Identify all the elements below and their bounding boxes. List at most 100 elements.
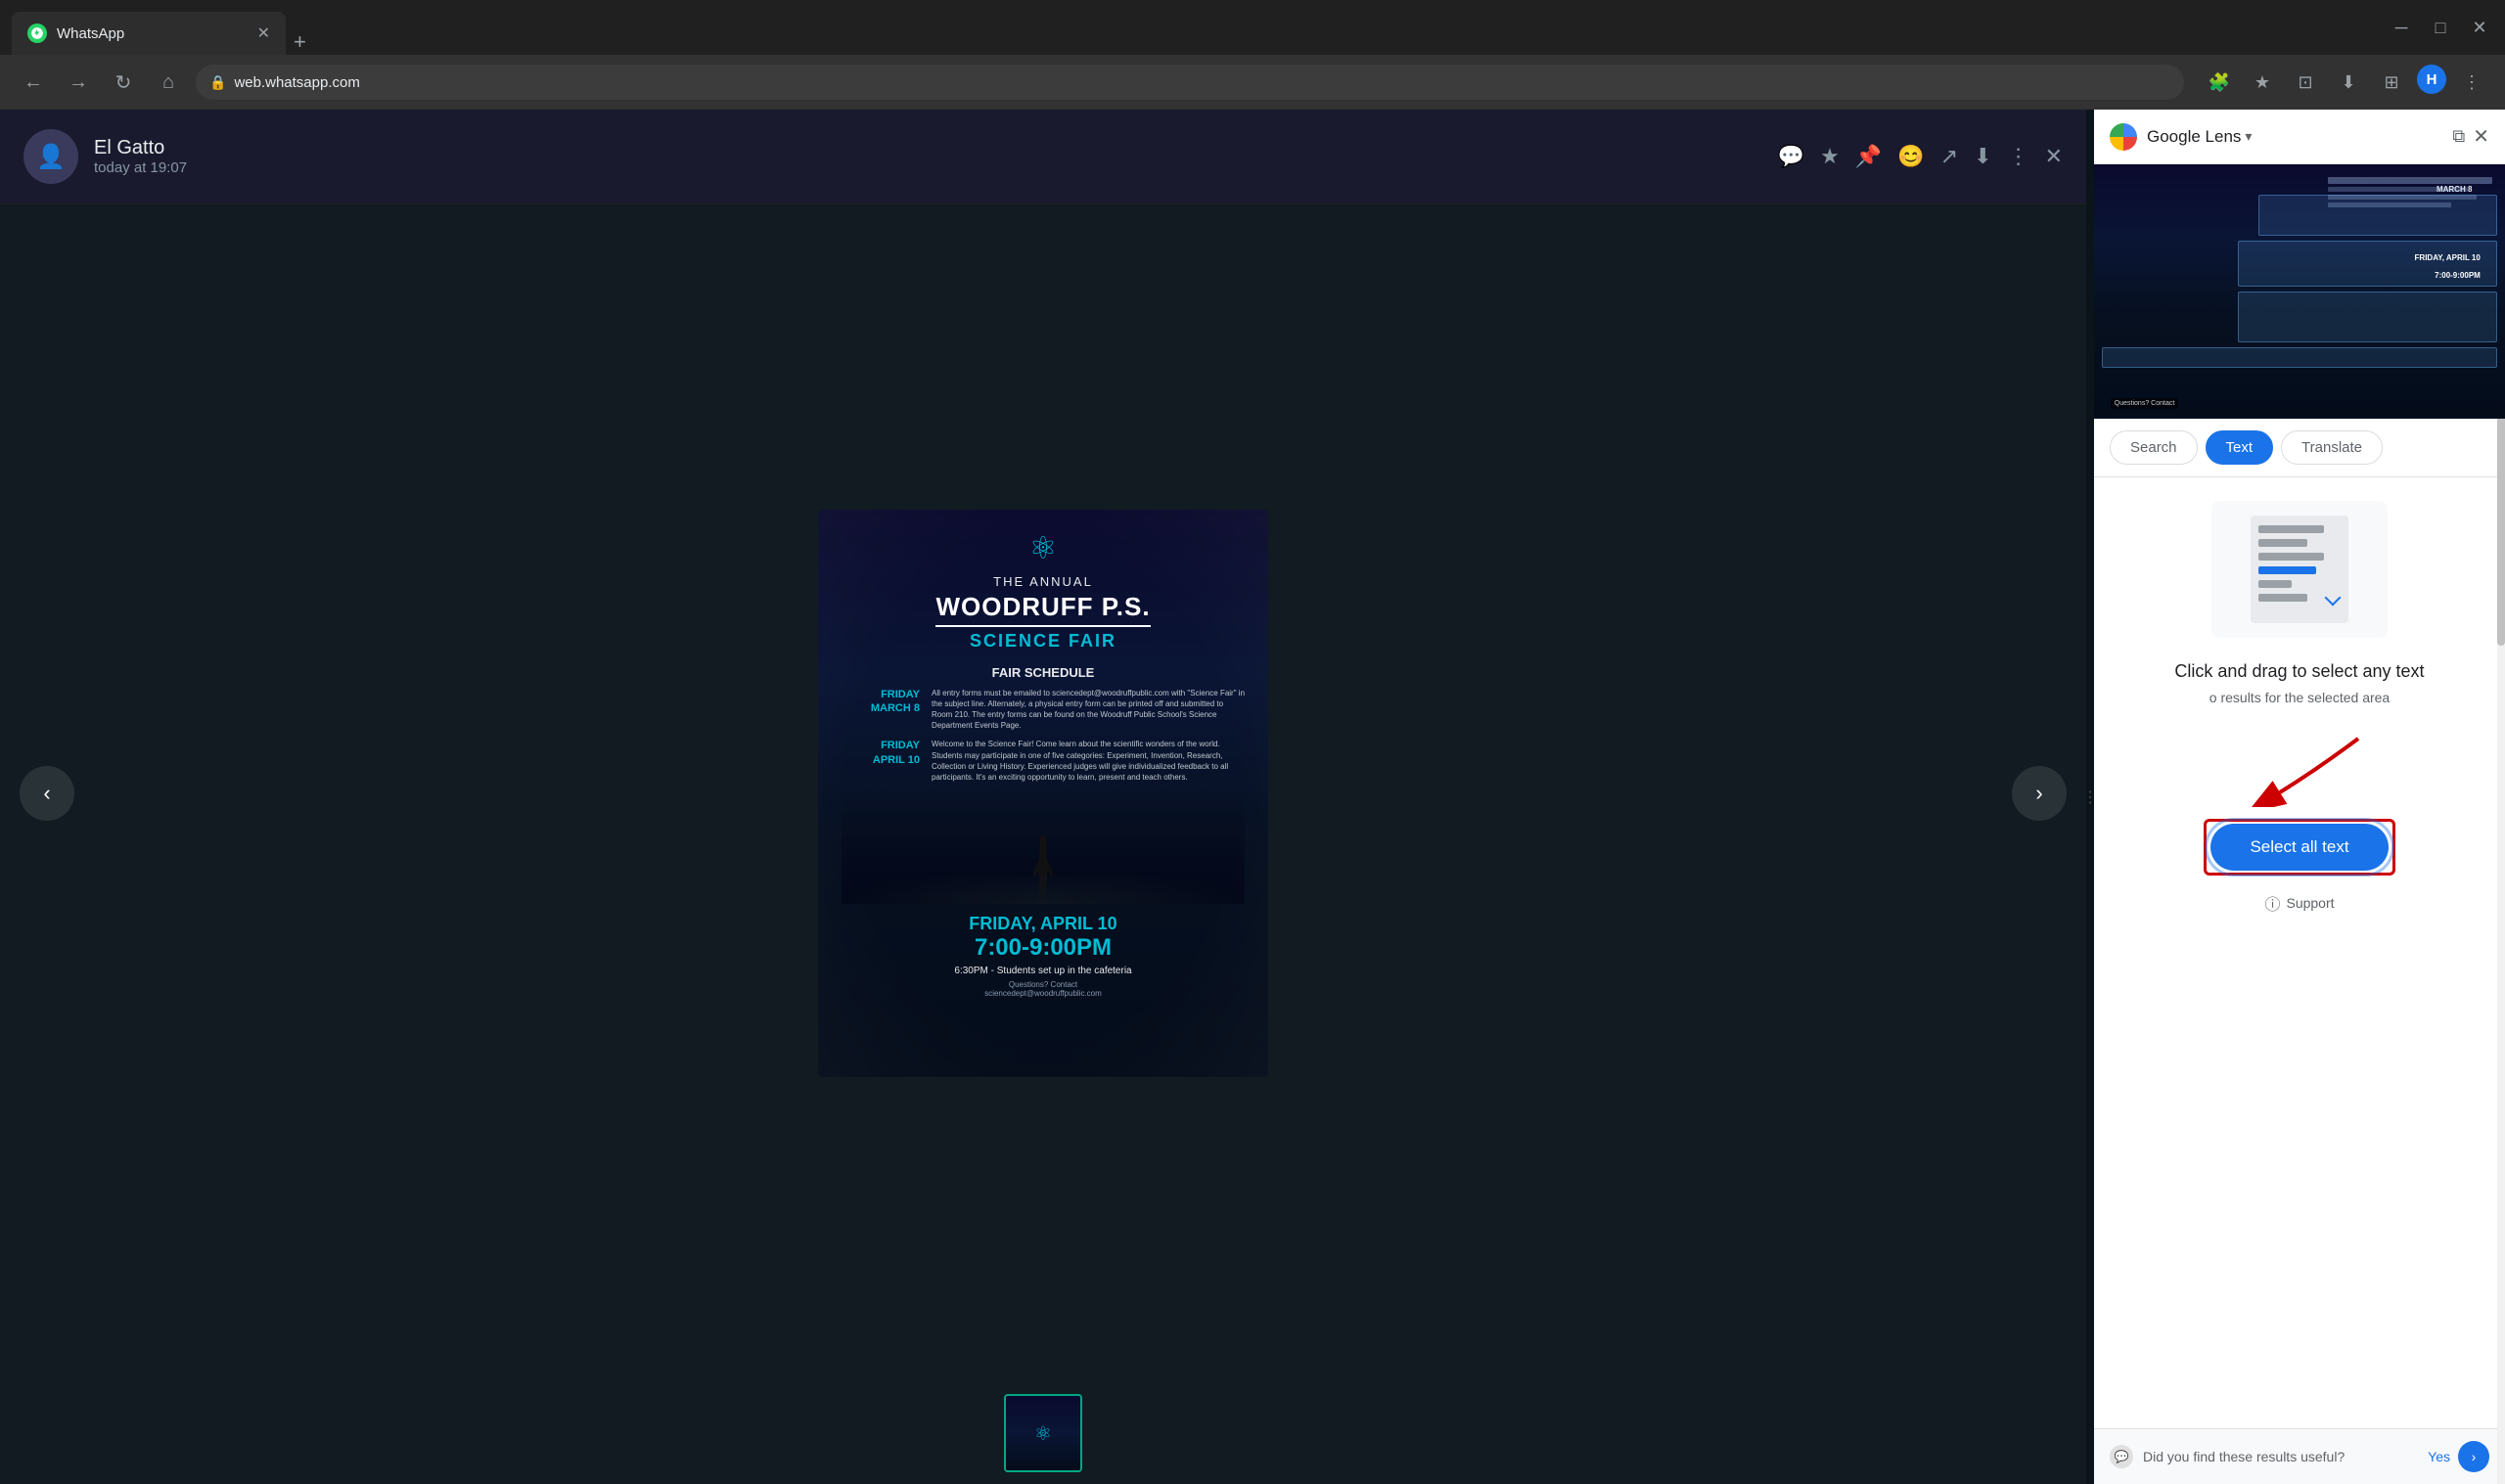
poster-setup-text: 6:30PM - Students set up in the cafeteri… [954,966,1131,976]
tab-favicon [27,23,47,43]
poster-big-time: 7:00-9:00PM [975,934,1112,962]
thumbnail-1[interactable]: ⚛ [1004,1394,1082,1472]
home-button[interactable]: ⌂ [151,65,186,100]
science-fair-poster: ⚛ THE ANNUAL WOODRUFF P.S. SCIENCE FAIR … [818,510,1268,1077]
poster-date2-label: FRIDAY APRIL 10 [842,739,920,783]
tab-text[interactable]: Text [2206,430,2274,465]
feedback-icon: 💬 [2110,1445,2133,1468]
extensions-icon[interactable]: 🧩 [2202,65,2237,100]
back-button[interactable]: ← [16,65,51,100]
doc-line-2 [2258,539,2307,547]
poster-big-date: FRIDAY, APRIL 10 [969,914,1116,934]
maximize-button[interactable]: □ [2427,14,2454,41]
silhouette-ground [842,875,1245,904]
google-lens-logo [2110,123,2137,151]
reload-button[interactable]: ↻ [106,65,141,100]
new-tab-button[interactable]: + [294,29,306,55]
overlay-contact-label: Questions? Contact [2111,398,2178,409]
doc-line-4 [2258,580,2292,588]
tab-close-button[interactable]: ✕ [257,23,270,43]
overlay-time-label: 7:00-9:00PM [2435,271,2481,280]
lens-tabs: Search Text Translate [2094,419,2505,477]
atom-icon: ⚛ [1029,529,1058,566]
url-text: web.whatsapp.com [234,74,359,91]
panel-divider[interactable]: ⋮ [2086,110,2094,1484]
feedback-row: 💬 Did you find these results useful? Yes… [2094,1428,2505,1484]
menu-icon[interactable]: ⋮ [2454,65,2489,100]
comment-icon[interactable]: 💬 [1778,144,1804,169]
poster-date2-section: FRIDAY APRIL 10 Welcome to the Science F… [842,739,1245,783]
red-arrow-annotation [2114,729,2485,807]
toolbar-icons: 🧩 ★ ⊡ ⬇ ⊞ H ⋮ [2202,65,2489,100]
lens-close-icon[interactable]: ✕ [2473,124,2489,149]
doc-line-3 [2258,553,2324,561]
support-label: Support [2286,895,2334,911]
tab-area: WhatsApp ✕ + [12,0,2372,55]
pin-icon[interactable]: 📌 [1855,144,1882,169]
share-icon[interactable]: ↗ [1940,144,1958,169]
tab-title: WhatsApp [57,25,248,42]
doc-line-1 [2258,525,2324,533]
poster-fair-name: SCIENCE FAIR [970,631,1116,652]
minimize-button[interactable]: ─ [2388,14,2415,41]
downloads-icon[interactable]: ⬇ [2331,65,2366,100]
lens-sub-instruction-text: o results for the selected area [2209,690,2390,705]
support-link[interactable]: ⓘ Support [2264,891,2334,915]
select-all-text-button[interactable]: Select all text [2210,824,2388,871]
lens-dropdown-icon[interactable]: ▾ [2245,128,2252,145]
bookmark-star-icon[interactable]: ★ [2245,65,2280,100]
sender-time: today at 19:07 [94,159,1762,176]
poster-school-name: WOODRUFF P.S. [935,593,1150,627]
poster-date1-section: FRIDAY MARCH 8 All entry forms must be e… [842,688,1245,732]
thumbnail-strip: ⚛ [0,1382,2086,1484]
profile-extensions-icon[interactable]: ⊡ [2288,65,2323,100]
poster-contact-text: Questions? Contactsciencedept@woodruffpu… [984,980,1102,998]
browser-titlebar: WhatsApp ✕ + ─ □ ✕ [0,0,2505,55]
support-icon: ⓘ [2264,891,2280,915]
lens-box-4 [2102,347,2496,368]
document-icon [2251,516,2348,623]
feedback-yes-button[interactable]: Yes [2428,1449,2450,1464]
avatar: 👤 [23,129,78,184]
red-arrow-svg [2163,729,2437,807]
tab-translate[interactable]: Translate [2281,430,2383,465]
poster-schedule-header: FAIR SCHEDULE [842,665,1245,680]
tab-search[interactable]: Search [2110,430,2198,465]
feedback-expand-button[interactable]: › [2458,1441,2489,1472]
poster-date1-label: FRIDAY MARCH 8 [842,688,920,732]
poster-silhouette [842,796,1245,904]
poster-schedule-title: FAIR SCHEDULE [842,665,1245,680]
lens-box-3 [2238,292,2497,342]
header-actions: 💬 ★ 📌 😊 ↗ ⬇ ⋮ ✕ [1778,144,2063,169]
more-options-icon[interactable]: ⋮ [2008,144,2029,169]
lens-content: Click and drag to select any text o resu… [2094,477,2505,1428]
image-display-area: ‹ ⚛ THE ANNUAL WOODRUFF P.S. SCIENCE FAI… [0,204,2086,1382]
sender-info: El Gatto today at 19:07 [94,137,1762,176]
document-icon-wrapper [2211,501,2388,638]
download-icon[interactable]: ⬇ [1974,144,1991,169]
profile-button[interactable]: H [2417,65,2446,94]
google-lens-panel: Google Lens ▾ ⧉ ✕ MARCH 8 FRIDAY, APRIL … [2094,110,2505,1484]
browser-tab[interactable]: WhatsApp ✕ [12,12,286,55]
address-bar[interactable]: 🔒 web.whatsapp.com [196,65,2184,100]
main-layout: 👤 El Gatto today at 19:07 💬 ★ 📌 😊 ↗ ⬇ ⋮ … [0,110,2505,1484]
doc-line-5 [2258,594,2307,602]
doc-cursor-icon [2325,590,2342,607]
settings-sidebar-icon[interactable]: ⊞ [2374,65,2409,100]
doc-line-selected [2258,566,2316,574]
star-icon[interactable]: ★ [1820,144,1840,169]
forward-button[interactable]: → [61,65,96,100]
lens-image-preview: MARCH 8 FRIDAY, APRIL 10 7:00-9:00PM Que… [2094,164,2505,419]
next-image-button[interactable]: › [2012,766,2067,821]
close-button[interactable]: ✕ [2466,14,2493,41]
whatsapp-panel: 👤 El Gatto today at 19:07 💬 ★ 📌 😊 ↗ ⬇ ⋮ … [0,110,2086,1484]
window-controls: ─ □ ✕ [2388,14,2493,41]
lens-open-external-icon[interactable]: ⧉ [2452,126,2465,147]
close-viewer-icon[interactable]: ✕ [2045,144,2063,169]
prev-image-button[interactable]: ‹ [20,766,74,821]
overlay-date-label: FRIDAY, APRIL 10 [2415,253,2481,262]
feedback-question: Did you find these results useful? [2143,1449,2428,1464]
message-header: 👤 El Gatto today at 19:07 💬 ★ 📌 😊 ↗ ⬇ ⋮ … [0,110,2086,204]
emoji-icon[interactable]: 😊 [1897,144,1924,169]
browser-toolbar: ← → ↻ ⌂ 🔒 web.whatsapp.com 🧩 ★ ⊡ ⬇ ⊞ H ⋮ [0,55,2505,110]
